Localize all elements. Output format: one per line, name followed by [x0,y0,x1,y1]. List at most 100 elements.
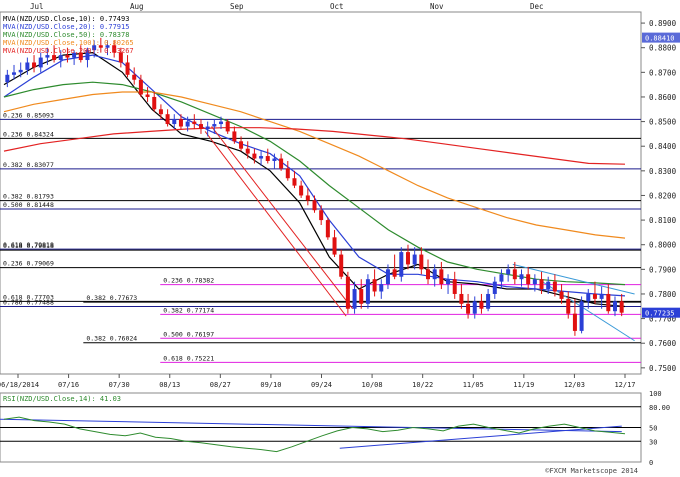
price-tick-label: 0.8800 [649,44,677,53]
candle [579,296,584,334]
candle-body [325,220,330,238]
price-badge-label: 0.77235 [645,310,675,318]
month-label: Jul [30,2,44,11]
candle-body [552,281,557,292]
rsi-pane: 100 80.00 50 30 0 RSI(NZD/USD.Close,14): 41.… [0,389,670,467]
date-tick-label: 10/08 [362,381,383,389]
month-label: Oct [330,2,344,11]
candle-body [212,124,217,127]
rsi-tick-label: 80.00 [649,404,670,412]
price-badge-label: 0.88410 [645,35,675,43]
candle-body [219,121,224,125]
fib-level-label: 0.382 0.81793 [3,193,54,201]
candle-body [339,254,344,277]
candle-body [365,279,370,304]
month-label: Sep [230,2,244,11]
rsi-tick-label: 100 [649,390,662,398]
rsi-tick-label: 0 [649,459,653,467]
candle-body [519,274,524,280]
fib-level-label: 0.500 0.81448 [3,201,54,209]
candle-body [439,269,444,285]
candle-body [619,301,624,313]
candle-body [38,57,43,68]
candle-body [526,274,531,285]
date-tick-label: 12/17 [614,381,635,389]
date-tick-label: 06/18/2014 [0,381,39,389]
candle-body [185,121,190,127]
candle-body [165,114,170,125]
candle-body [405,252,410,265]
candle-body [379,284,384,292]
candle-body [312,200,317,211]
fib-level-label: 0.500 0.76197 [163,330,214,338]
candle-body [205,126,210,129]
candle-body [192,121,197,125]
date-tick-label: 09/10 [260,381,281,389]
candle-body [385,269,390,285]
candle-body [606,293,611,312]
nzdusd-chart: Jul Aug Sep Oct Nov Dec 0.89000.88000.87000.8… [0,0,680,477]
candle-body [492,281,497,294]
candle-body [345,276,350,309]
candle-body [399,252,404,277]
candle-body [279,158,284,169]
rsi-tick-label: 50 [649,425,657,433]
price-tick-label: 0.7800 [649,290,677,299]
rsi-tick-label: 30 [649,438,657,446]
candle-body [132,74,137,80]
candle-body [292,178,297,186]
date-tick-label: 11/19 [513,381,534,389]
month-label: Dec [530,2,544,11]
candle-body [599,293,604,299]
fib-level-label: 0.618 0.79818 [3,242,54,250]
candle-body [245,148,250,154]
candle-body [452,279,457,294]
candle [345,271,350,314]
candle [325,217,330,240]
date-tick-label: 10/22 [412,381,433,389]
candle-body [125,62,130,75]
price-tick-label: 0.8300 [649,167,677,176]
candle-body [25,62,30,70]
watermark: ©FXCM Marketscope 2014 [545,467,638,475]
candle-body [272,158,277,161]
candle-body [152,96,157,110]
date-tick-label: 09/24 [311,381,332,389]
date-tick-label: 07/16 [58,381,79,389]
candle-body [285,168,290,179]
candle-body [65,55,70,58]
candle [399,247,404,282]
legend-entry: MVA(NZD/USD.Close,20): 0.77915 [3,23,129,31]
candle-body [372,279,377,292]
price-pane-frame [0,11,642,375]
price-tick-label: 0.8600 [649,93,677,102]
fib-level-label: 0.382 0.76024 [86,335,137,343]
candle-body [532,279,537,285]
candle [365,274,370,309]
candle-body [52,55,57,61]
candle-body [299,185,304,196]
candle-body [466,303,471,314]
candle-body [559,291,564,299]
month-label: Nov [430,2,444,11]
candle-body [265,156,270,161]
candle-body [426,269,431,280]
date-tick-label: 08/13 [159,381,180,389]
legend-entry: MVA(NZD/USD.Close,10): 0.77493 [3,15,129,23]
candle-body [499,274,504,282]
candle-body [138,79,143,95]
candle-body [145,94,150,97]
date-tick-label: 12/03 [564,381,585,389]
candle-body [419,254,424,270]
candle-body [486,293,491,309]
legend-entry: MVA(NZD/USD.Close,200): 0.83267 [3,47,134,55]
price-legend: MVA(NZD/USD.Close,10): 0.77493MVA(NZD/US… [3,15,134,55]
price-tick-label: 0.7600 [649,339,677,348]
candle-body [359,289,364,304]
fib-level-label: 0.236 0.78382 [163,277,214,285]
candle-body [172,119,177,125]
candle-body [18,69,23,73]
candle-body [579,301,584,331]
candle-body [352,289,357,309]
month-label: Aug [130,2,144,11]
